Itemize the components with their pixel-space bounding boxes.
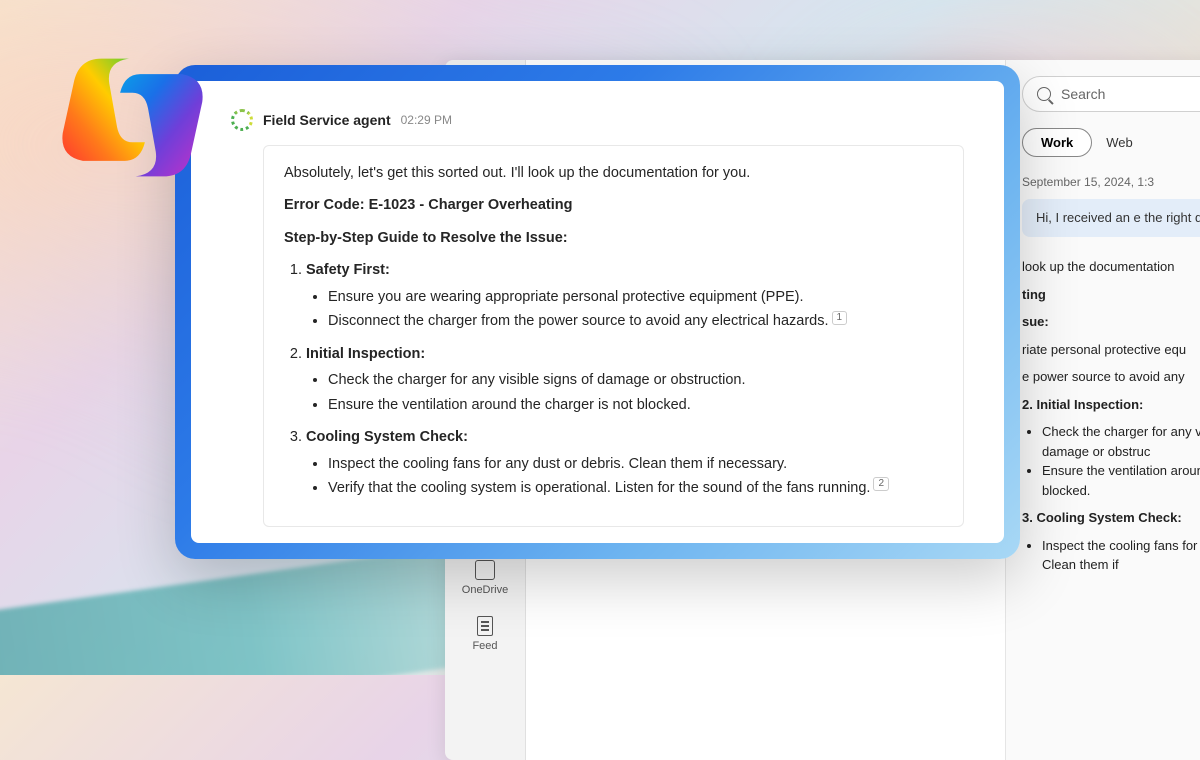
copilot-logo-icon — [55, 40, 210, 195]
step-title: Safety First: — [306, 262, 390, 278]
user-message-bubble: Hi, I received an e the right docume — [1022, 199, 1200, 237]
message-intro: Absolutely, let's get this sorted out. I… — [284, 162, 943, 184]
conversation-date: September 15, 2024, 1:3 — [1022, 175, 1200, 189]
step-bullet: Ensure the ventilation around the charge… — [328, 394, 943, 416]
search-input[interactable]: Search — [1022, 76, 1200, 112]
step-item: Safety First: Ensure you are wearing app… — [306, 259, 943, 332]
chat-message-container: Field Service agent 02:29 PM Absolutely,… — [191, 81, 1004, 543]
citation-badge[interactable]: 2 — [873, 477, 889, 491]
assistant-message-body: Absolutely, let's get this sorted out. I… — [263, 145, 964, 527]
step-bullet: Check the charger for any visible signs … — [328, 369, 943, 391]
step-item: Cooling System Check: Inspect the coolin… — [306, 426, 943, 499]
tab-row: Work Web — [1022, 128, 1200, 157]
agent-avatar-icon — [231, 109, 253, 131]
message-timestamp: 02:29 PM — [401, 113, 452, 127]
sidebar-item-onedrive[interactable]: OneDrive — [462, 560, 508, 596]
sidebar-label: Feed — [472, 640, 497, 652]
guide-title: Step-by-Step Guide to Resolve the Issue: — [284, 227, 943, 249]
tab-web[interactable]: Web — [1102, 129, 1137, 156]
sidebar-item-feed[interactable]: Feed — [472, 616, 497, 652]
steps-list: Safety First: Ensure you are wearing app… — [284, 259, 943, 499]
feed-icon — [477, 616, 493, 636]
search-icon — [1037, 87, 1051, 101]
agent-header: Field Service agent 02:29 PM — [231, 109, 964, 131]
sidebar-label: OneDrive — [462, 584, 508, 596]
step-bullet: Ensure you are wearing appropriate perso… — [328, 286, 943, 308]
step-title: Cooling System Check: — [306, 429, 468, 445]
assistant-response-partial: look up the documentation ting sue: riat… — [1006, 257, 1200, 575]
citation-badge[interactable]: 1 — [832, 311, 848, 325]
tab-work[interactable]: Work — [1022, 128, 1092, 157]
foreground-chat-card: Field Service agent 02:29 PM Absolutely,… — [175, 65, 1020, 559]
step-item: Initial Inspection: Check the charger fo… — [306, 343, 943, 416]
step-bullet: Inspect the cooling fans for any dust or… — [328, 453, 943, 475]
copilot-side-panel: Search Work Web September 15, 2024, 1:3 … — [1005, 60, 1200, 760]
step-bullet: Verify that the cooling system is operat… — [328, 477, 943, 499]
onedrive-icon — [475, 560, 495, 580]
step-title: Initial Inspection: — [306, 346, 425, 362]
agent-name: Field Service agent — [263, 112, 391, 128]
step-bullet: Disconnect the charger from the power so… — [328, 310, 943, 332]
error-code-heading: Error Code: E-1023 - Charger Overheating — [284, 194, 943, 216]
search-placeholder-text: Search — [1061, 86, 1105, 102]
